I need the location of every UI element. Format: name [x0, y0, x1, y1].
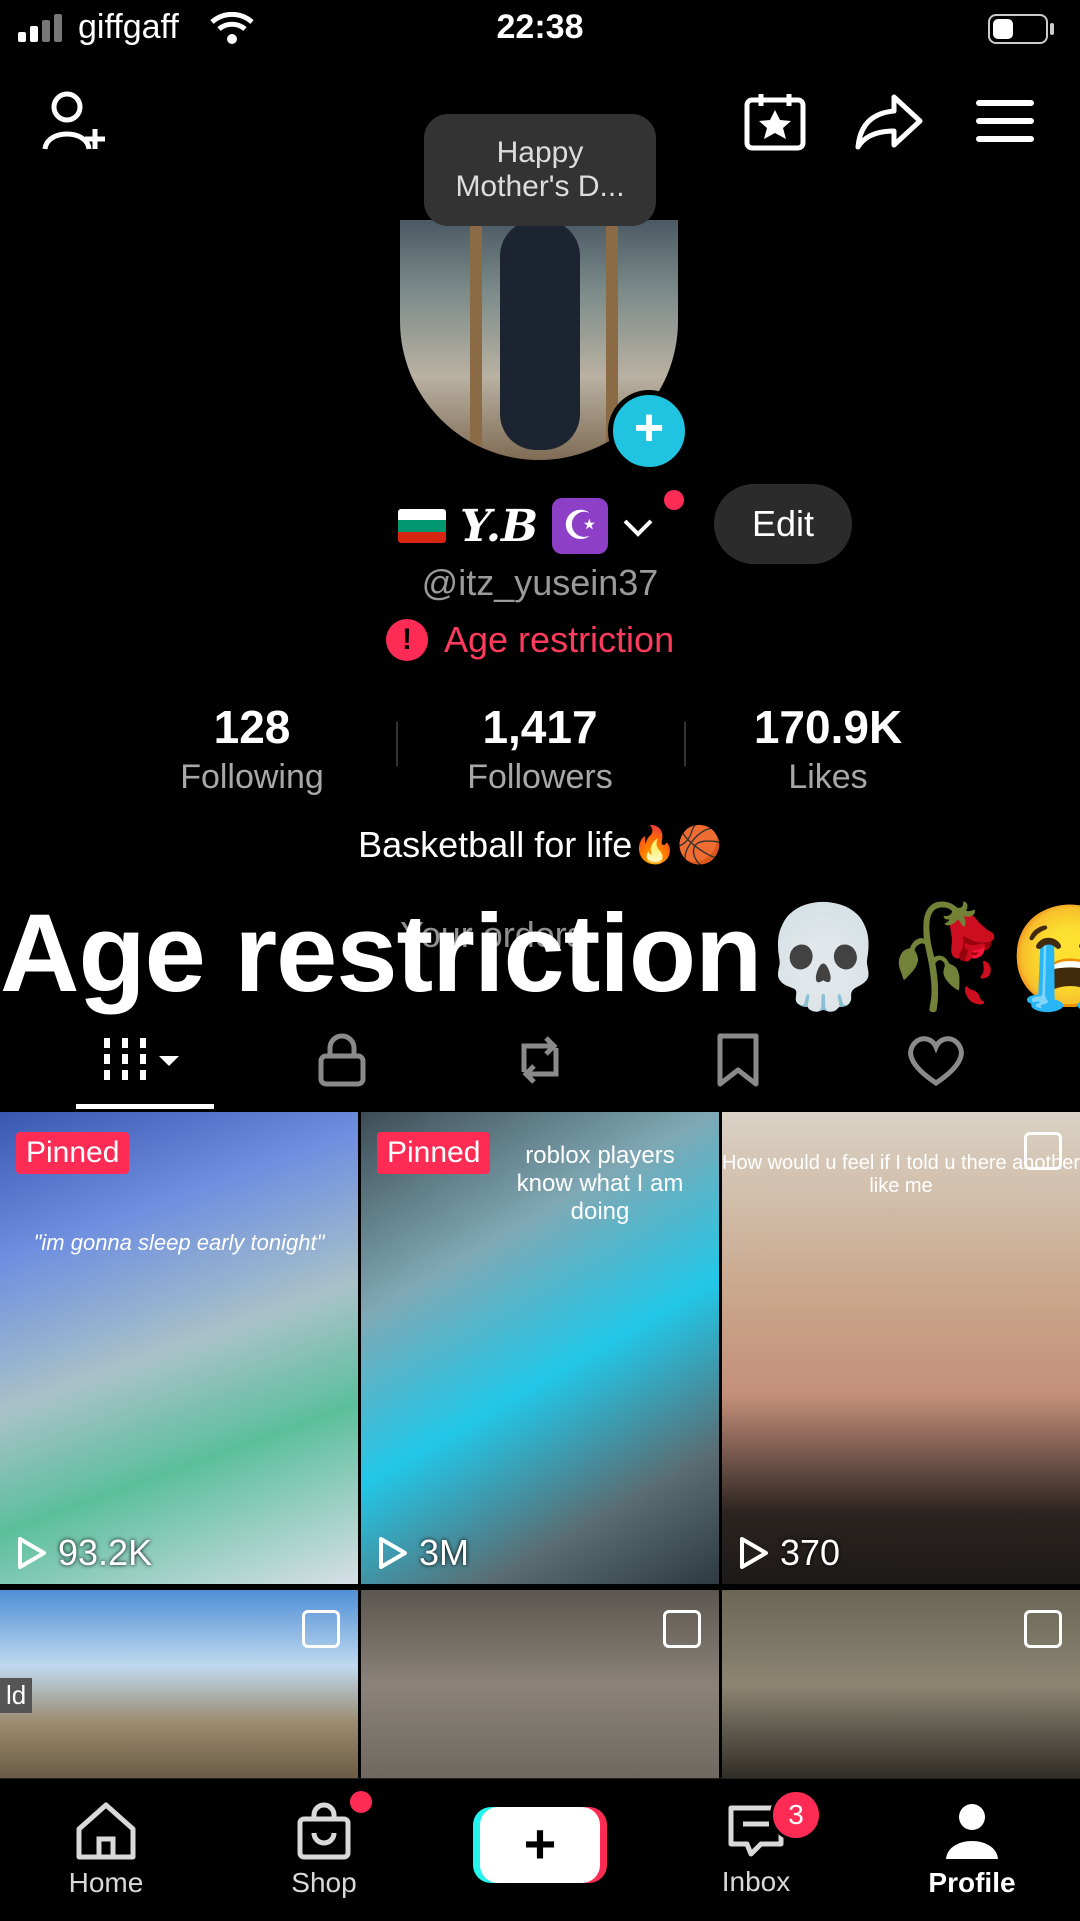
tab-liked[interactable] — [876, 1010, 996, 1110]
stat-divider — [396, 722, 398, 766]
menu-icon[interactable] — [970, 90, 1040, 152]
likes-label: Likes — [788, 758, 868, 796]
stat-divider — [684, 722, 686, 766]
active-tab-indicator — [76, 1104, 214, 1109]
add-story-button[interactable]: + — [608, 390, 690, 472]
bulgaria-flag-icon — [398, 509, 446, 543]
video-caption: "im gonna sleep early tonight" — [33, 1230, 325, 1255]
shop-notification-dot — [350, 1791, 372, 1813]
video-tile[interactable] — [722, 1590, 1080, 1780]
likes-count: 170.9K — [753, 701, 903, 753]
video-tile[interactable]: Pinned "im gonna sleep early tonight" 93… — [0, 1112, 358, 1584]
nav-inbox-label: Inbox — [721, 1866, 791, 1897]
view-count: 3M — [377, 1532, 469, 1574]
chevron-down-icon[interactable] — [622, 505, 654, 547]
tab-videos[interactable] — [84, 1010, 204, 1110]
tab-private[interactable] — [282, 1010, 402, 1110]
profile-icon — [946, 1804, 998, 1859]
followers-stat[interactable]: 1,417 Followers — [440, 700, 640, 797]
video-caption: roblox players know what I am doing — [516, 1142, 684, 1225]
tab-saved[interactable] — [678, 1010, 798, 1110]
age-restriction-warning[interactable]: ! Age restriction — [386, 618, 674, 662]
following-stat[interactable]: 128 Following — [152, 700, 352, 797]
share-icon[interactable] — [852, 86, 926, 156]
play-icon — [379, 1537, 407, 1569]
view-count: 93.2K — [16, 1532, 152, 1574]
warning-text: Age restriction — [444, 619, 675, 660]
display-name: Y.B — [460, 500, 539, 552]
tab-reposts[interactable] — [480, 1010, 600, 1110]
event-tooltip[interactable]: Happy Mother's D... — [424, 114, 656, 226]
nav-home-label: Home — [68, 1867, 144, 1898]
content-tabs — [0, 1010, 1080, 1110]
username: @itz_yusein37 — [421, 562, 659, 603]
tooltip-line-1: Happy — [496, 136, 584, 169]
create-button[interactable]: + — [480, 1807, 600, 1883]
view-count-text: 3M — [419, 1532, 470, 1573]
multi-photo-icon — [302, 1610, 340, 1648]
nav-profile[interactable]: Profile — [882, 1779, 1062, 1921]
add-friend-icon[interactable] — [36, 86, 116, 156]
clock: 22:38 — [496, 8, 584, 46]
nav-shop[interactable]: Shop — [234, 1779, 414, 1921]
name-row[interactable]: Y.B ☪ — [398, 496, 654, 556]
view-count-text: 370 — [780, 1532, 841, 1573]
video-tile[interactable]: How would u feel if I told u there anoth… — [722, 1112, 1080, 1584]
overlay-text: Age restriction — [0, 892, 762, 1015]
pinned-badge: Pinned — [16, 1132, 130, 1174]
shopping-bag-icon — [297, 1802, 351, 1860]
nav-inbox[interactable]: Inbox — [666, 1779, 846, 1921]
video-caption: ld — [0, 1678, 33, 1713]
inbox-badge: 3 — [770, 1789, 822, 1841]
home-icon — [76, 1802, 136, 1860]
video-tile[interactable]: ld — [0, 1590, 358, 1780]
following-label: Following — [180, 758, 324, 796]
overlay-emojis: 💀🥀😭 — [761, 901, 1080, 1013]
video-tile[interactable] — [361, 1590, 719, 1780]
battery-icon — [988, 14, 1054, 44]
status-bar: giffgaff 22:38 — [0, 0, 1080, 60]
multi-photo-icon — [1024, 1610, 1062, 1648]
play-icon — [740, 1537, 768, 1569]
bio: Basketball for life🔥🏀 — [358, 824, 722, 865]
play-icon — [18, 1537, 46, 1569]
nav-profile-label: Profile — [928, 1867, 1016, 1898]
nav-home[interactable]: Home — [16, 1779, 196, 1921]
nav-shop-label: Shop — [291, 1867, 357, 1898]
likes-stat[interactable]: 170.9K Likes — [728, 700, 928, 797]
multi-photo-icon — [663, 1610, 701, 1648]
overlay-caption: Age restriction💀🥀😭 — [0, 890, 1080, 1017]
view-count-text: 93.2K — [58, 1532, 153, 1573]
tooltip-line-2: Mother's D... — [455, 170, 625, 203]
video-caption: How would u feel if I told u there anoth… — [722, 1152, 1080, 1197]
following-count: 128 — [213, 701, 291, 753]
followers-count: 1,417 — [482, 701, 598, 753]
followers-label: Followers — [467, 758, 613, 796]
alert-icon: ! — [386, 619, 428, 661]
moon-emoji-icon: ☪ — [552, 498, 609, 554]
bottom-nav: Home Shop + Inbox 3 Profile — [0, 1778, 1080, 1921]
video-tile[interactable]: Pinned roblox players know what I am doi… — [361, 1112, 719, 1584]
notification-dot — [664, 490, 684, 510]
edit-profile-button[interactable]: Edit — [714, 484, 852, 564]
view-count: 370 — [738, 1532, 840, 1574]
calendar-icon[interactable] — [740, 86, 810, 156]
